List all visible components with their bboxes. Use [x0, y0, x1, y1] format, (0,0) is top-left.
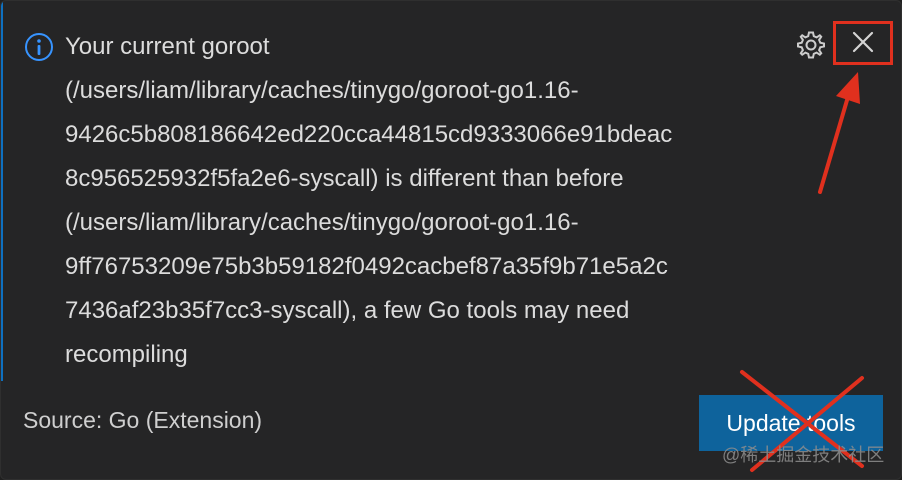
info-icon	[24, 32, 54, 62]
focus-indicator	[1, 1, 3, 381]
notification-message: Your current goroot (/users/liam/library…	[65, 33, 673, 368]
gear-icon[interactable]	[795, 29, 827, 61]
notification-source: Source: Go (Extension)	[23, 407, 263, 433]
watermark: @稀土掘金技术社区	[722, 445, 885, 465]
close-button[interactable]	[833, 21, 893, 65]
close-icon	[851, 30, 875, 57]
notification-toast: Your current goroot (/users/liam/library…	[0, 0, 902, 480]
